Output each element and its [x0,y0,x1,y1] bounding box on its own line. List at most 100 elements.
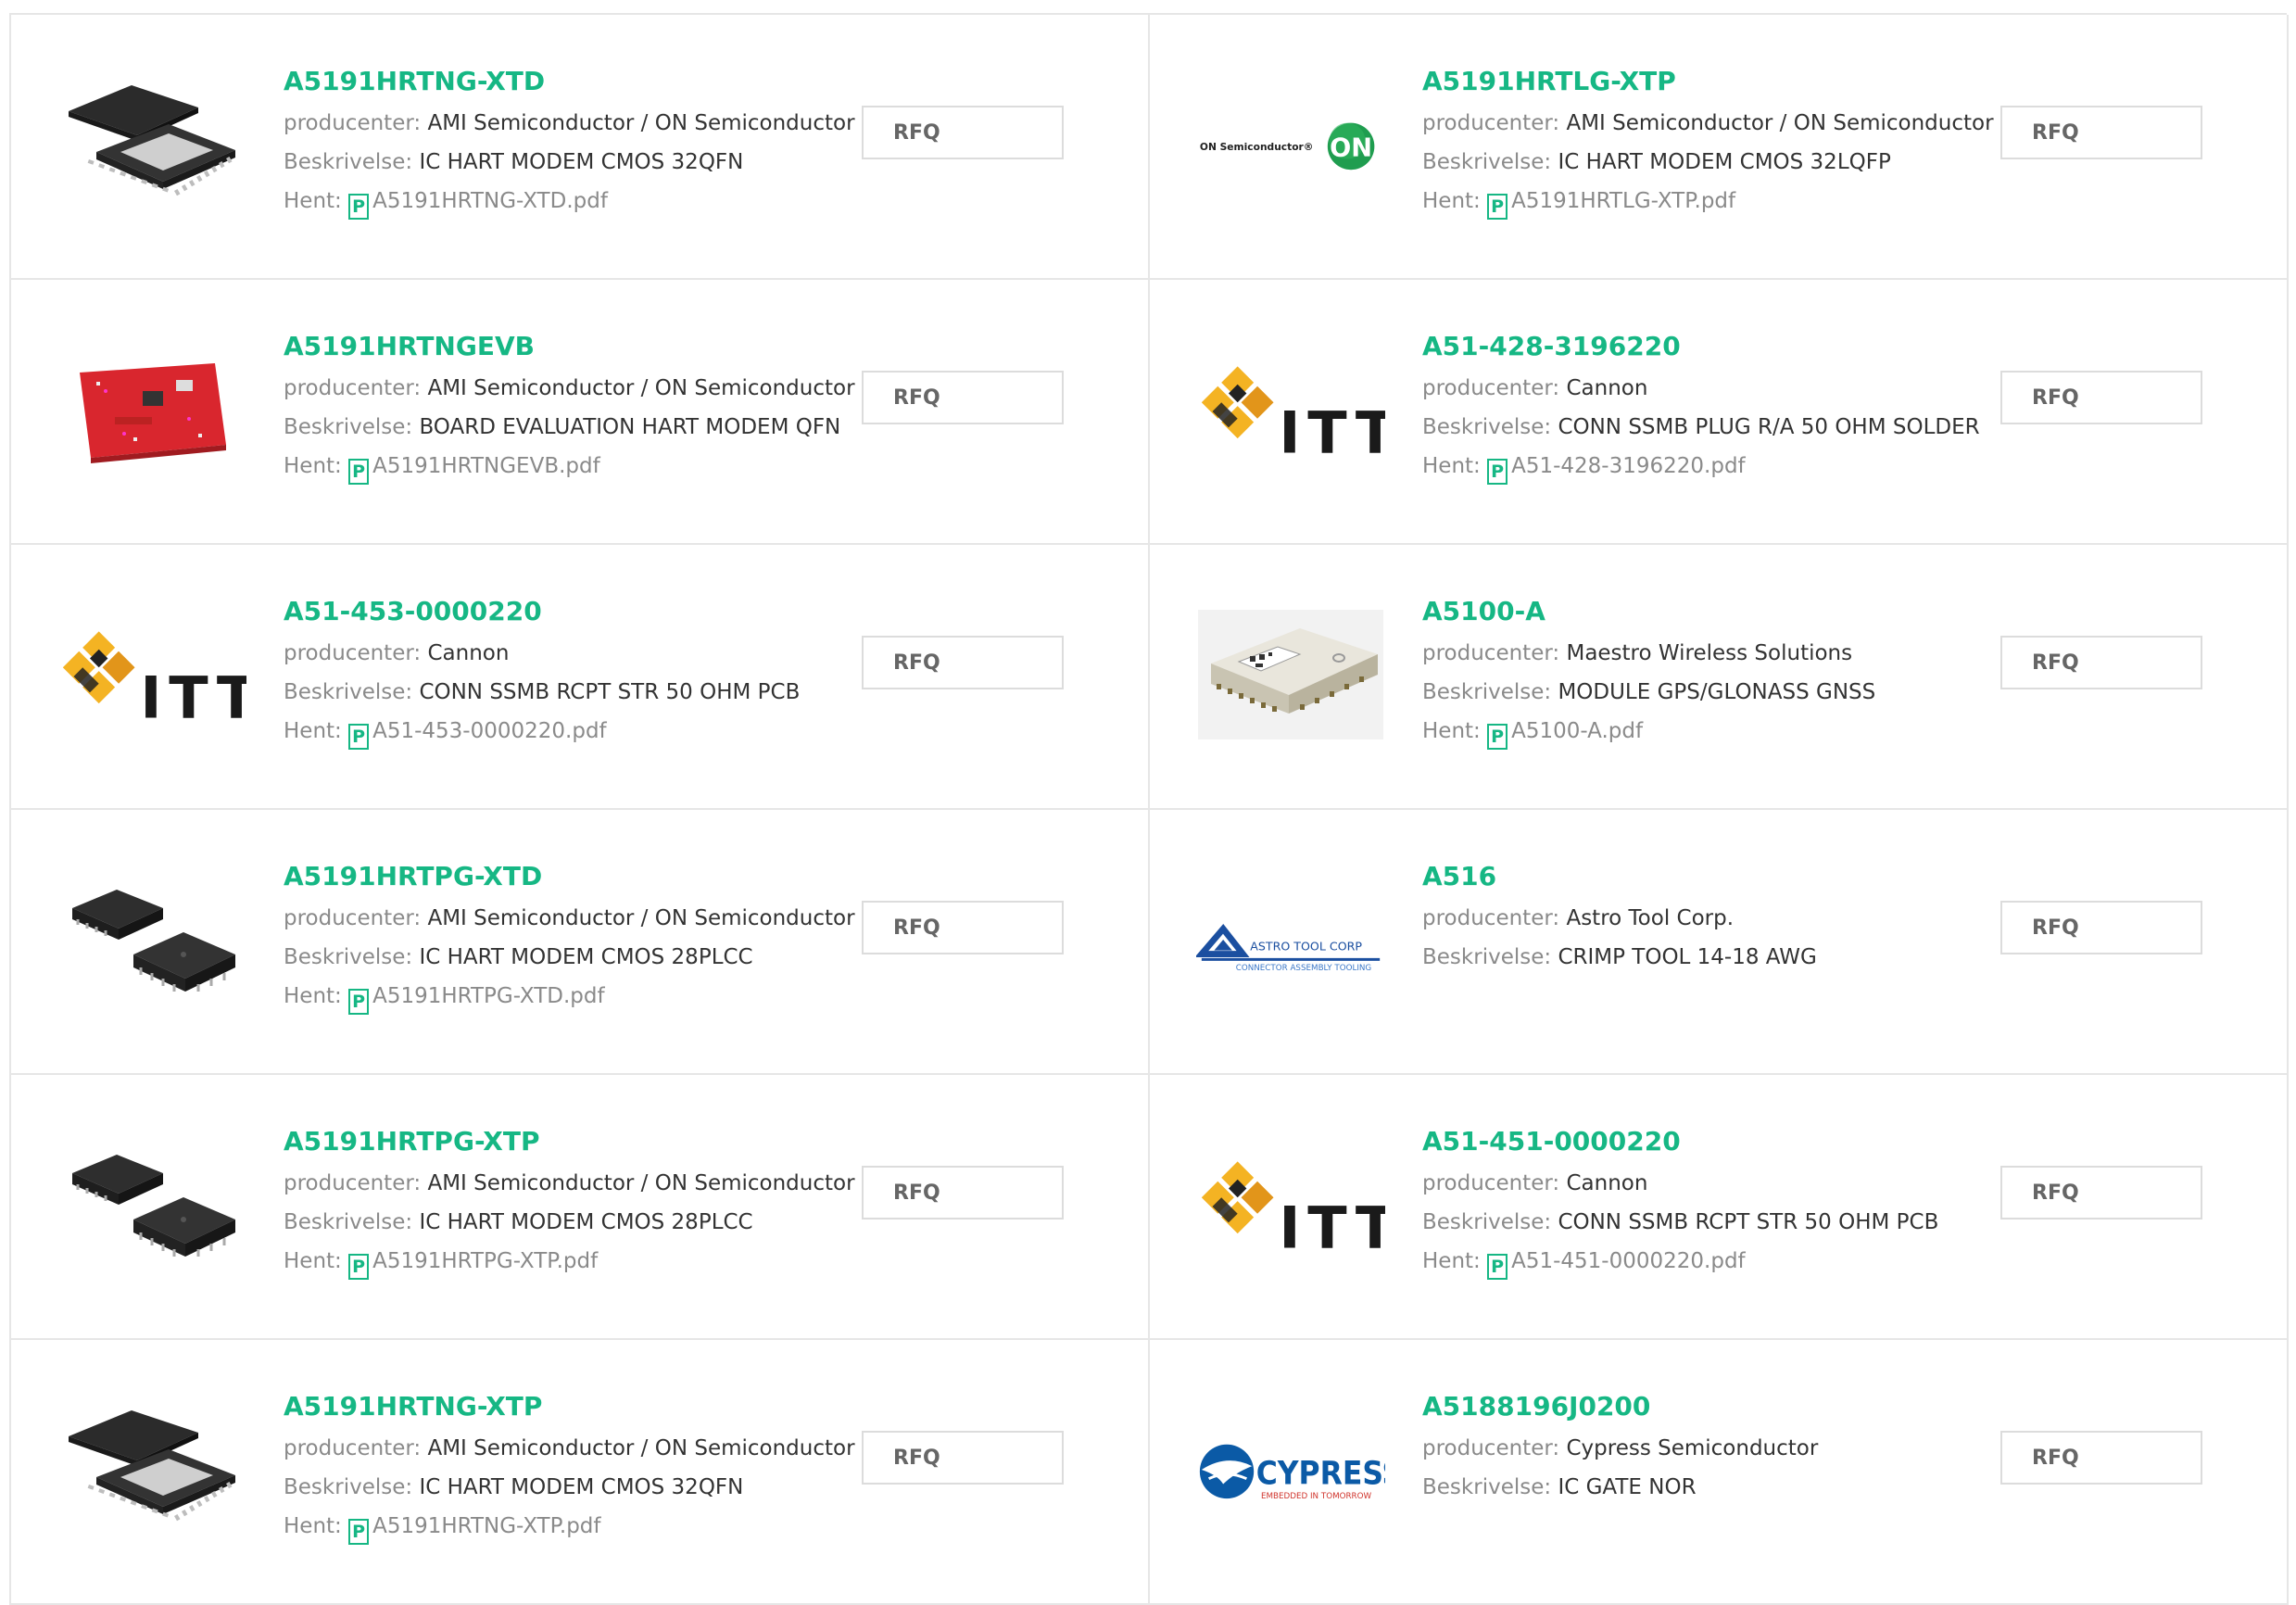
manufacturer-row: producenter: AMI Semiconductor / ON Semi… [284,369,855,408]
datasheet-link[interactable]: P A51-451-0000220.pdf [1487,1249,1746,1280]
download-label: Hent: [284,984,342,1008]
product-image[interactable] [57,875,246,1005]
datasheet-link[interactable]: P A5191HRTLG-XTP.pdf [1487,189,1735,220]
rfq-button[interactable]: RFQ [862,1166,1064,1220]
product-title-link[interactable]: A5191HRTNGEVB [284,328,839,369]
product-image[interactable]: ITT [1196,1140,1385,1270]
plcc-chips-icon [72,890,235,992]
product-title-link[interactable]: A5191HRTNG-XTD [284,63,839,104]
product-image[interactable]: ON Semiconductor® ON [1196,80,1385,209]
svg-text:ASTRO TOOL CORP: ASTRO TOOL CORP [1250,940,1362,954]
datasheet-link[interactable]: P A51-453-0000220.pdf [348,719,607,750]
rfq-button[interactable]: RFQ [2000,1166,2202,1220]
cypress-logo-icon: CYPRESS EMBEDDED IN TOMORROW [1199,1444,1385,1501]
product-title-link[interactable]: A5191HRTNG-XTP [284,1388,839,1429]
description-label: Beskrivelse: [284,945,413,969]
product-image[interactable] [57,345,246,474]
product-card: ASTRO TOOL CORP CONNECTOR ASSEMBLY TOOLI… [1150,810,2289,1075]
description-row: Beskrivelse: CRIMP TOOL 14-18 AWG [1422,938,1978,977]
qfn-chip-icon [69,1410,235,1522]
datasheet-link[interactable]: P A5191HRTNG-XTP.pdf [348,1514,601,1545]
description-row: Beskrivelse: IC GATE NOR [1422,1468,1978,1507]
product-image[interactable] [57,1405,246,1535]
datasheet-filename: A51-428-3196220.pdf [1511,454,1746,478]
pdf-icon: P [348,459,370,485]
product-image[interactable]: CYPRESS EMBEDDED IN TOMORROW [1196,1405,1385,1535]
product-card: ITT A51-453-0000220 producenter: Cannon … [11,545,1150,810]
manufacturer-label: producenter: [284,1171,422,1195]
product-image[interactable] [1196,610,1385,739]
itt-logo-icon: ITT [1201,366,1385,467]
description-row: Beskrivelse: IC HART MODEM CMOS 32QFN [284,143,839,182]
astro-tool-logo-icon: ASTRO TOOL CORP CONNECTOR ASSEMBLY TOOLI… [1196,923,1381,973]
product-title-link[interactable]: A516 [1422,858,1978,899]
manufacturer-value: AMI Semiconductor / ON Semiconductor [1566,111,1994,135]
product-info: A5191HRTNG-XTD producenter: AMI Semicond… [284,63,855,221]
rfq-button[interactable]: RFQ [2000,636,2202,689]
product-image[interactable]: ASTRO TOOL CORP CONNECTOR ASSEMBLY TOOLI… [1196,875,1385,1005]
description-row: Beskrivelse: BOARD EVALUATION HART MODEM… [284,408,840,447]
product-image[interactable] [57,1140,246,1270]
datasheet-filename: A5191HRTNG-XTD.pdf [372,189,608,213]
itt-logo-icon: ITT [62,631,246,732]
rfq-button[interactable]: RFQ [2000,1431,2202,1485]
product-info: A5191HRTPG-XTP producenter: AMI Semicond… [284,1123,855,1281]
manufacturer-value: Cannon [427,641,510,665]
datasheet-link[interactable]: P A5191HRTPG-XTP.pdf [348,1249,599,1280]
description-label: Beskrivelse: [1422,1475,1552,1499]
description-label: Beskrivelse: [284,1210,413,1234]
product-title-link[interactable]: A51-428-3196220 [1422,328,1978,369]
product-title-link[interactable]: A5100-A [1422,593,1978,634]
manufacturer-row: producenter: Cannon [284,634,839,673]
manufacturer-label: producenter: [1422,1171,1560,1195]
product-title-link[interactable]: A5191HRTPG-XTP [284,1123,839,1164]
svg-text:EMBEDDED IN TOMORROW: EMBEDDED IN TOMORROW [1261,1492,1372,1501]
description-label: Beskrivelse: [1422,1210,1552,1234]
datasheet-link[interactable]: P A5191HRTPG-XTD.pdf [348,984,605,1015]
datasheet-link[interactable]: P A5191HRTNGEVB.pdf [348,454,600,485]
datasheet-filename: A5191HRTNGEVB.pdf [372,454,600,478]
download-label: Hent: [1422,1249,1481,1273]
product-card: A5100-A producenter: Maestro Wireless So… [1150,545,2289,810]
rfq-button[interactable]: RFQ [862,371,1064,424]
rfq-button[interactable]: RFQ [2000,901,2202,954]
description-label: Beskrivelse: [284,680,413,704]
product-card: A5191HRTPG-XTD producenter: AMI Semicond… [11,810,1150,1075]
product-title-link[interactable]: A5188196J0200 [1422,1388,1978,1429]
rfq-button[interactable]: RFQ [862,901,1064,954]
description-row: Beskrivelse: IC HART MODEM CMOS 28PLCC [284,938,839,977]
rfq-button[interactable]: RFQ [2000,106,2202,159]
datasheet-filename: A5191HRTPG-XTP.pdf [372,1249,599,1273]
description-row: Beskrivelse: IC HART MODEM CMOS 28PLCC [284,1203,839,1242]
datasheet-link[interactable]: P A51-428-3196220.pdf [1487,454,1746,485]
rfq-button[interactable]: RFQ [862,106,1064,159]
pdf-icon: P [348,1254,370,1280]
datasheet-link[interactable]: P A5100-A.pdf [1487,719,1643,750]
rfq-button[interactable]: RFQ [862,636,1064,689]
product-image[interactable]: ITT [57,610,246,739]
manufacturer-row: producenter: Maestro Wireless Solutions [1422,634,1978,673]
product-title-link[interactable]: A51-451-0000220 [1422,1123,1978,1164]
description-value: CONN SSMB RCPT STR 50 OHM PCB [419,680,801,704]
product-image[interactable]: ITT [1196,345,1385,474]
description-row: Beskrivelse: CONN SSMB PLUG R/A 50 OHM S… [1422,408,1980,447]
rfq-button[interactable]: RFQ [862,1431,1064,1485]
description-value: IC HART MODEM CMOS 32LQFP [1558,150,1891,174]
datasheet-link[interactable]: P A5191HRTNG-XTD.pdf [348,189,608,220]
product-title-link[interactable]: A5191HRTLG-XTP [1422,63,1978,104]
description-row: Beskrivelse: IC HART MODEM CMOS 32QFN [284,1468,839,1507]
product-title-link[interactable]: A51-453-0000220 [284,593,839,634]
product-info: A5191HRTNG-XTP producenter: AMI Semicond… [284,1388,855,1546]
pdf-icon: P [348,989,370,1015]
product-title-link[interactable]: A5191HRTPG-XTD [284,858,839,899]
product-image[interactable] [57,80,246,209]
product-info: A51-451-0000220 producenter: Cannon Besk… [1422,1123,1978,1281]
manufacturer-label: producenter: [284,641,422,665]
manufacturer-row: producenter: Cannon [1422,1164,1978,1203]
product-info: A5191HRTPG-XTD producenter: AMI Semicond… [284,858,855,1016]
download-label: Hent: [284,189,342,213]
datasheet-filename: A5191HRTPG-XTD.pdf [372,984,605,1008]
rfq-button[interactable]: RFQ [2000,371,2202,424]
product-card: ITT A51-428-3196220 producenter: Cannon … [1150,280,2289,545]
download-row: Hent: P A51-428-3196220.pdf [1422,447,1978,486]
